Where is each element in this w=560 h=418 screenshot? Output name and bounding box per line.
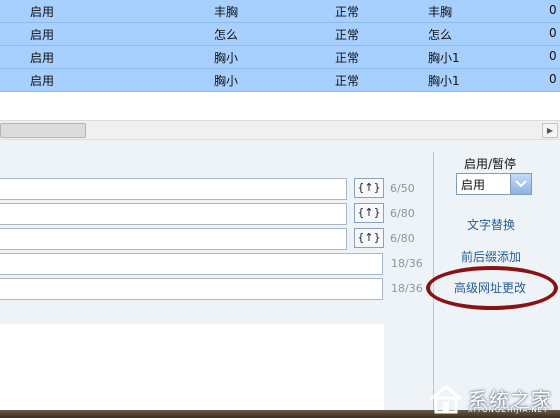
table-row[interactable]: 启用 胸小 正常 胸小1 0	[0, 69, 560, 92]
cell-status: 启用	[30, 51, 55, 65]
cell-state: 正常	[335, 74, 360, 88]
keyword-input[interactable]	[0, 203, 347, 225]
char-counter: 18/36	[391, 257, 423, 270]
prefix-suffix-link[interactable]: 前后缀添加	[461, 248, 521, 265]
scrollbar-thumb[interactable]	[0, 123, 86, 138]
text-replace-link[interactable]: 文字替换	[467, 216, 515, 233]
horizontal-scrollbar[interactable]: ▶	[0, 120, 560, 140]
highlight-oval	[426, 266, 558, 310]
cell-status: 启用	[30, 5, 55, 19]
table-empty-area	[0, 92, 560, 120]
watermark-url: XITONGZHIJIA.NET	[468, 406, 549, 414]
cell-extra: 0	[549, 26, 557, 40]
cell-extra: 0	[549, 49, 557, 63]
data-table: 启用 丰胸 正常 丰胸 0 启用 怎么 正常 怎么 0 启用 胸小 正常 胸小1…	[0, 0, 560, 92]
char-counter: 18/36	[391, 282, 423, 295]
move-up-button[interactable]: {↑}	[354, 178, 384, 198]
cell-status: 启用	[30, 28, 55, 42]
char-counter: 6/80	[390, 207, 415, 220]
cell-extra: 0	[549, 72, 557, 86]
table-row[interactable]: 启用 胸小 正常 胸小1 0	[0, 46, 560, 69]
cell-replace: 怎么	[428, 28, 453, 42]
status-label: 启用/暂停	[464, 157, 517, 171]
cell-state: 正常	[335, 51, 360, 65]
cell-status: 启用	[30, 74, 55, 88]
move-up-button[interactable]: {↑}	[354, 203, 384, 223]
move-up-button[interactable]: {↑}	[354, 228, 384, 248]
chevron-down-icon[interactable]	[510, 174, 531, 194]
table-row[interactable]: 启用 丰胸 正常 丰胸 0	[0, 0, 560, 23]
cell-extra: 0	[549, 3, 557, 17]
cell-replace: 胸小1	[428, 74, 460, 88]
description-input[interactable]	[0, 228, 347, 250]
cell-state: 正常	[335, 5, 360, 19]
cell-keyword: 丰胸	[214, 5, 239, 19]
house-logo-icon	[430, 385, 462, 414]
char-counter: 6/80	[390, 232, 415, 245]
cell-replace: 丰胸	[428, 5, 453, 19]
preview-area[interactable]	[0, 324, 384, 418]
cell-keyword: 胸小	[214, 74, 239, 88]
target-url-input[interactable]	[0, 278, 383, 300]
table-row[interactable]: 启用 怎么 正常 怎么 0	[0, 23, 560, 46]
display-url-input[interactable]	[0, 253, 383, 275]
cell-keyword: 怎么	[214, 28, 239, 42]
status-selected-value: 启用	[461, 178, 486, 192]
watermark: 系统之家 XITONGZHIJIA.NET	[428, 380, 560, 414]
scroll-right-icon[interactable]: ▶	[542, 123, 558, 138]
cell-replace: 胸小1	[428, 51, 460, 65]
char-counter: 6/50	[390, 182, 415, 195]
title-input[interactable]	[0, 178, 347, 200]
status-dropdown[interactable]: 启用	[456, 173, 532, 195]
cell-state: 正常	[335, 28, 360, 42]
cell-keyword: 胸小	[214, 51, 239, 65]
